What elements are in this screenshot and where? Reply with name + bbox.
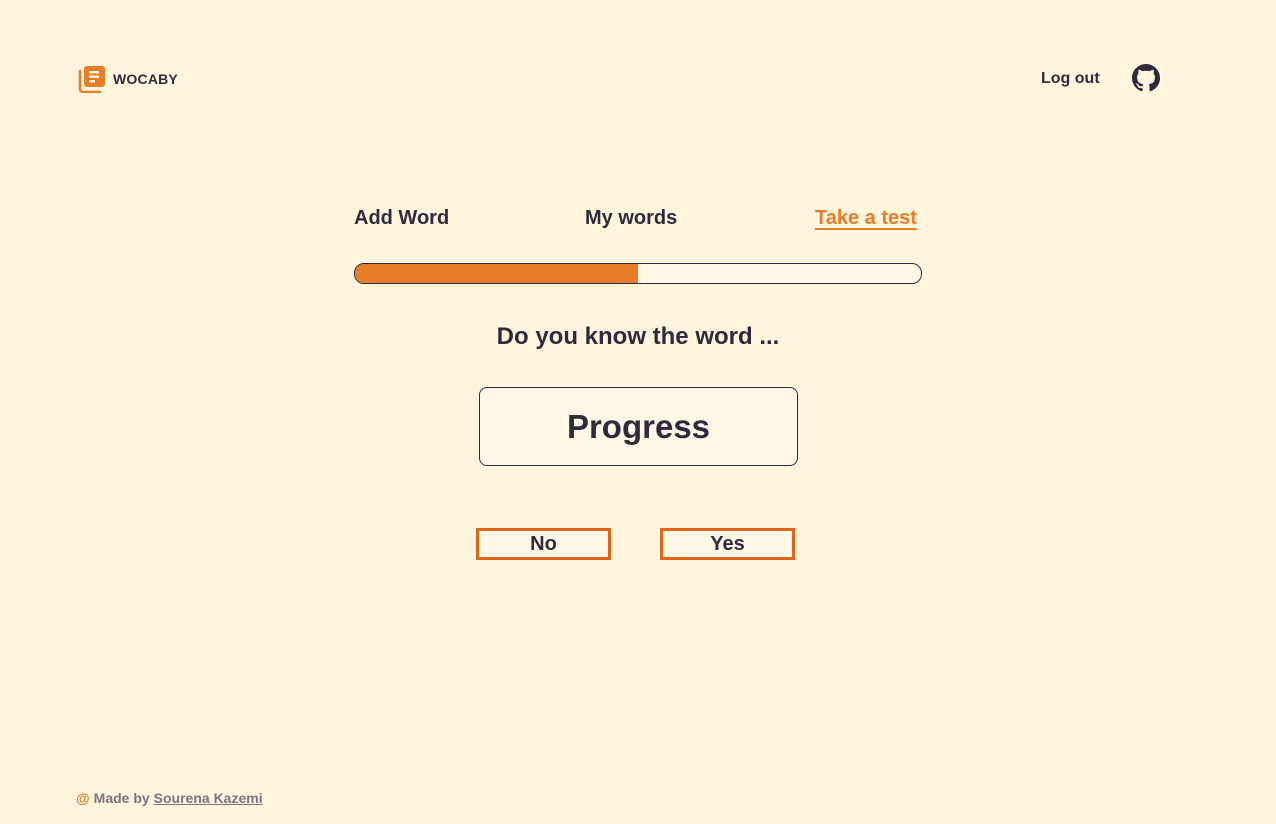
github-icon [1132,64,1160,92]
brand-name: WOCABY [113,71,178,87]
footer-made-by: Made by [93,790,150,806]
nav-take-test[interactable]: Take a test [815,207,917,230]
yes-button[interactable]: Yes [660,528,795,560]
question-text: Do you know the word ... [496,323,780,350]
nav-my-words[interactable]: My words [585,207,677,230]
github-link[interactable] [1132,64,1160,92]
footer: @ Made by Sourena Kazemi [76,790,263,806]
tested-word: Progress [566,407,711,445]
author-link[interactable]: Sourena Kazemi [154,790,263,806]
logout-button[interactable]: Log out [1041,70,1100,88]
test-progress-bar [354,263,922,284]
test-progress-fill [355,264,638,283]
at-symbol: @ [76,790,90,806]
nav-add-word[interactable]: Add Word [354,207,449,230]
logo-link[interactable]: WOCABY [78,65,178,93]
word-card: Progress [479,387,798,466]
notebook-icon [78,66,105,93]
no-button[interactable]: No [476,528,611,560]
